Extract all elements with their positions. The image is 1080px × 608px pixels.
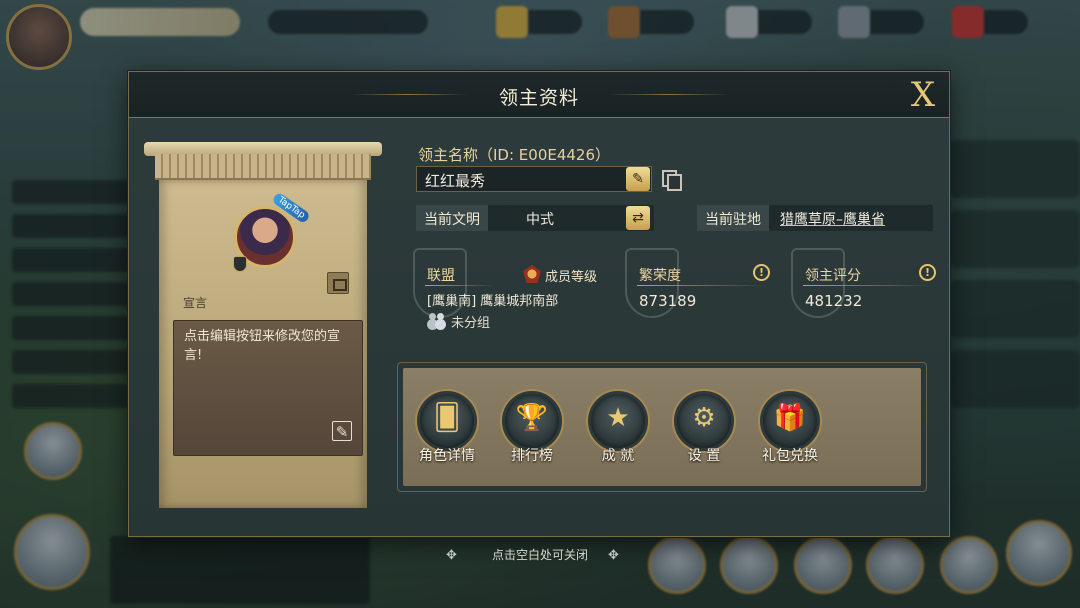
civilization-label: 当前文明 <box>416 205 488 231</box>
action-panel: 🂠 角色详情 🏆 排行榜 ★ 成 就 ⚙ 设 置 🎁 礼包兑换 <box>397 362 927 492</box>
ornament-icon: ✥ <box>608 548 619 563</box>
group-icon <box>429 313 447 327</box>
lord-score-stat: 领主评分 ! 481232 <box>791 248 941 338</box>
settings-button[interactable]: ⚙ 设 置 <box>667 391 741 471</box>
achievements-button[interactable]: ★ 成 就 <box>581 391 655 471</box>
prosperity-label: 繁荣度 <box>639 268 681 284</box>
alliance-name[interactable]: [鹰巢南] 鹰巢城邦南部 <box>427 290 558 309</box>
lord-score-value: 481232 <box>805 292 863 310</box>
prosperity-info-icon[interactable]: ! <box>753 264 770 281</box>
gear-icon: ⚙ <box>692 403 716 433</box>
star-medal-icon: ★ <box>606 403 630 433</box>
change-civilization-icon[interactable]: ⇄ <box>626 206 650 230</box>
member-rank-label: 成员等级 <box>545 270 598 285</box>
modal-header: 领主资料 X <box>129 72 949 118</box>
prosperity-stat: 繁荣度 ! 873189 <box>625 248 775 338</box>
action-label: 设 置 <box>687 448 721 464</box>
gift-redeem-button[interactable]: 🎁 礼包兑换 <box>753 391 827 471</box>
alliance-label: 联盟 <box>427 268 455 284</box>
shield-badge-icon <box>233 256 247 272</box>
character-details-button[interactable]: 🂠 角色详情 <box>410 391 484 471</box>
trophy-icon: 🏆 <box>515 403 549 433</box>
declaration-label: 宣言 <box>183 296 208 310</box>
action-label: 成 就 <box>601 448 635 464</box>
gift-icon: 🎁 <box>773 403 807 433</box>
rename-pencil-icon[interactable]: ✎ <box>626 167 650 191</box>
location-row: 当前驻地 猎鹰草原–鹰巢省 <box>697 205 933 231</box>
lord-profile-modal: 领主资料 X TapTap 宣言 点击编辑按钮来修改您的宣言! ✎ 领主名称（I… <box>128 71 950 537</box>
action-label: 排行榜 <box>511 448 553 464</box>
declaration-box: 点击编辑按钮来修改您的宣言! ✎ <box>173 320 363 456</box>
group-label: 未分组 <box>451 316 491 331</box>
location-link[interactable]: 猎鹰草原–鹰巢省 <box>780 209 885 229</box>
scroll-capital <box>155 154 371 180</box>
score-info-icon[interactable]: ! <box>919 264 936 281</box>
civilization-row: 当前文明 中式 ⇄ <box>416 205 654 231</box>
action-label: 礼包兑换 <box>762 448 818 464</box>
prosperity-value: 873189 <box>639 292 697 310</box>
action-label: 角色详情 <box>419 448 475 464</box>
declaration-text: 点击编辑按钮来修改您的宣言! <box>184 329 341 363</box>
copy-icon[interactable] <box>662 170 682 191</box>
lord-name-label: 领主名称（ID: E00E4426） <box>418 146 611 164</box>
lord-name-field: 红红最秀 <box>416 166 652 192</box>
cards-icon: 🂠 <box>433 403 461 433</box>
civilization-value: 中式 <box>526 212 554 228</box>
modal-title: 领主资料 <box>498 87 579 109</box>
profile-scroll: TapTap 宣言 点击编辑按钮来修改您的宣言! ✎ <box>144 142 382 508</box>
edit-declaration-icon[interactable]: ✎ <box>332 421 352 441</box>
close-button[interactable]: X <box>905 75 941 115</box>
change-avatar-icon[interactable] <box>327 272 349 294</box>
location-label: 当前驻地 <box>697 205 769 231</box>
leaderboard-button[interactable]: 🏆 排行榜 <box>495 391 569 471</box>
rank-emblem-icon <box>523 265 541 283</box>
lord-score-label: 领主评分 <box>805 268 861 284</box>
alliance-stat: 联盟 成员等级 [鹰巢南] 鹰巢城邦南部 未分组 <box>413 248 613 338</box>
